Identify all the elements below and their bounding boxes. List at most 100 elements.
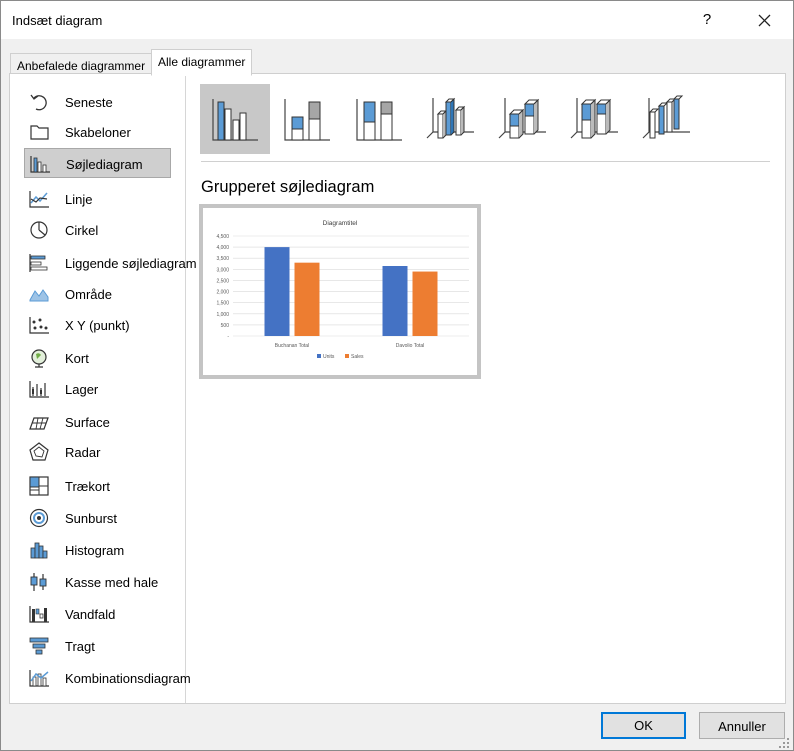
sidebar-item-label: Linje [65,192,93,207]
resize-grip-icon[interactable] [777,736,791,750]
percent-stacked-column-icon [356,99,402,141]
box-whisker-chart-icon [30,573,47,591]
dialog-title: Indsæt diagram [12,13,103,28]
subtype-3d-column[interactable] [632,84,702,154]
sidebar-item-map[interactable]: Kort [24,343,171,373]
surface-chart-icon [29,417,49,430]
sidebar-item-waterfall[interactable]: Vandfald [24,599,171,629]
sidebar-item-bar[interactable]: Liggende søjlediagram [24,248,197,278]
3d-percent-stacked-column-icon [570,98,618,139]
sidebar-item-area[interactable]: Område [24,279,171,309]
sidebar-item-sunburst[interactable]: Sunburst [24,503,171,533]
stock-chart-icon [29,381,49,398]
y-tick-label: 500 [221,323,230,329]
sidebar-item-radar[interactable]: Radar [24,437,171,467]
sidebar-item-label: Trækort [65,479,111,494]
y-tick-label: 3,000 [216,267,229,273]
preview-chart-title: Diagramtitel [323,220,358,227]
sidebar-item-stock[interactable]: Lager [24,374,171,404]
preview-chart: Diagramtitel 4,500 4,000 3,500 3,000 2,500 2,… [216,220,469,360]
y-tick-label: 4,000 [216,245,229,251]
sidebar-item-line[interactable]: Linje [24,184,171,214]
funnel-chart-icon [29,637,49,655]
preview-x-axis: Buchanan Total Davolio Total [275,343,424,349]
sidebar-item-histogram[interactable]: Histogram [24,535,171,565]
3d-stacked-column-icon [498,98,546,139]
sidebar-item-label: Seneste [65,95,113,110]
sidebar-item-recent[interactable]: Seneste [24,87,171,117]
sidebar-item-label: Lager [65,382,99,397]
sidebar-item-templates[interactable]: Skabeloner [24,117,171,147]
bar [264,247,290,336]
bar [382,266,408,336]
stacked-column-icon [284,99,330,141]
legend-swatch [345,354,349,358]
subtype-divider [201,161,770,162]
combo-chart-icon [29,670,49,687]
scatter-chart-icon [29,317,49,334]
sidebar-item-label: Tragt [65,639,95,654]
sidebar-item-label: Kasse med hale [65,575,159,590]
y-tick-label: 2,500 [216,278,229,284]
histogram-chart-icon [30,542,48,559]
close-icon [758,14,771,27]
column-chart-icon [30,156,50,173]
sidebar-item-label: Område [65,287,112,302]
sidebar-item-scatter[interactable]: X Y (punkt) [24,310,171,340]
line-chart-icon [29,191,49,208]
y-tick-label: 1,500 [216,301,229,307]
cancel-button[interactable]: Annuller [699,712,785,739]
sunburst-chart-icon [29,508,49,528]
sidebar-item-label: Kort [65,351,89,366]
sidebar-item-label: Liggende søjlediagram [65,256,197,271]
sidebar-item-box-whisker[interactable]: Kasse med hale [24,567,171,597]
bar [412,271,438,336]
y-tick-label: 4,500 [216,234,229,240]
chart-type-list: Seneste Skabeloner Søjlediagram Linje Ci… [10,74,197,703]
subtype-3d-clustered-column[interactable] [416,84,486,154]
folder-icon [30,125,49,140]
recent-icon [30,94,47,111]
sidebar-item-treemap[interactable]: Trækort [24,471,171,501]
sidebar-item-combo[interactable]: Kombinationsdiagram [24,663,191,693]
sidebar-item-label: Kombinationsdiagram [65,671,191,686]
bar [294,262,320,336]
title-bar: Indsæt diagram ? [1,1,793,39]
chart-panel: Seneste Skabeloner Søjlediagram Linje Ci… [9,73,786,704]
y-tick-label: 1,000 [216,312,229,318]
sidebar-item-column[interactable]: Søjlediagram [24,148,171,178]
preview-y-axis: 4,500 4,000 3,500 3,000 2,500 2,000 1,500 1,000… [216,234,229,340]
sidebar-item-label: Histogram [65,543,125,558]
bar-chart-icon [29,254,48,272]
subtype-3d-100-stacked-column[interactable] [560,84,630,154]
insert-chart-dialog: Indsæt diagram ? Anbefalede diagrammer A… [0,0,794,751]
sidebar-item-label: Vandfald [65,607,116,622]
close-button[interactable] [749,5,779,35]
preview-legend: Units Sales [317,354,364,360]
y-tick-label: 3,500 [216,256,229,262]
sidebar-item-label: Radar [65,445,101,460]
legend-label: Sales [351,354,364,360]
clustered-column-icon [212,99,258,141]
sidebar-item-label: Cirkel [65,223,99,238]
ok-button[interactable]: OK [601,712,686,739]
area-chart-icon [29,289,49,302]
sidebar-item-pie[interactable]: Cirkel [24,215,171,245]
subtype-3d-stacked-column[interactable] [488,84,558,154]
chart-preview[interactable]: Diagramtitel 4,500 4,000 3,500 3,000 2,500 2,… [199,204,481,379]
help-button[interactable]: ? [693,5,721,35]
sidebar-item-surface[interactable]: Surface [24,407,171,437]
legend-swatch [317,354,321,358]
subtype-clustered-column[interactable] [200,84,270,154]
3d-clustered-column-icon [426,97,474,139]
pie-chart-icon [30,221,48,239]
3d-column-icon [642,95,690,139]
sidebar-item-funnel[interactable]: Tragt [24,631,171,661]
subtype-stacked-column[interactable] [272,84,342,154]
tab-all-charts[interactable]: Alle diagrammer [151,49,253,76]
x-tick-label: Davolio Total [396,343,425,349]
sidebar-item-label: X Y (punkt) [65,318,130,333]
treemap-chart-icon [29,476,49,496]
subtype-100-stacked-column[interactable] [344,84,414,154]
sidebar-item-label: Surface [65,415,110,430]
